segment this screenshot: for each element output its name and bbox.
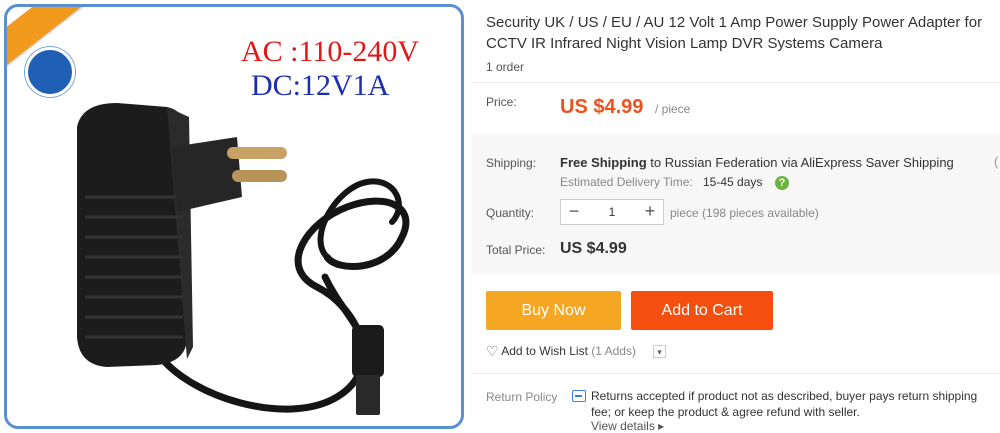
return-policy-label: Return Policy: [486, 390, 558, 404]
free-shipping-text: Free Shipping: [560, 155, 647, 170]
add-to-cart-button[interactable]: Add to Cart: [631, 291, 773, 330]
divider: [472, 82, 1000, 83]
return-policy-text: Returns accepted if product not as descr…: [591, 389, 978, 419]
price-label: Price:: [486, 95, 517, 109]
heart-icon: ♡: [486, 343, 499, 359]
wishlist-label: Add to Wish List: [501, 344, 588, 358]
product-title: Security UK / US / EU / AU 12 Volt 1 Amp…: [486, 14, 983, 52]
quantity-availability: piece (198 pieces available): [670, 206, 819, 220]
order-count: 1 order: [486, 60, 525, 74]
estimated-delivery-label: Estimated Delivery Time:: [560, 175, 693, 189]
product-image[interactable]: HSmart HD AC :110-240V DC:12V1A: [4, 4, 464, 429]
estimated-delivery-value: 15-45 days: [703, 175, 763, 189]
quantity-input[interactable]: [587, 200, 637, 224]
return-policy-icon: [572, 390, 586, 402]
total-price-value: US $4.99: [560, 240, 627, 257]
shipping-label: Shipping:: [486, 156, 537, 170]
help-icon[interactable]: ?: [775, 176, 789, 190]
power-adapter-illustration: [77, 103, 410, 415]
price-value: US $4.99: [560, 96, 644, 118]
chevron-down-icon[interactable]: ▾: [653, 345, 666, 358]
quantity-label: Quantity:: [486, 206, 535, 220]
price-unit: / piece: [655, 102, 691, 116]
brand-logo-icon: [25, 47, 75, 97]
add-to-wishlist-link[interactable]: ♡ Add to Wish List (1 Adds): [486, 343, 636, 360]
quantity-increase-button[interactable]: +: [637, 200, 663, 224]
buy-now-button[interactable]: Buy Now: [486, 291, 621, 330]
total-price-label: Total Price:: [486, 243, 546, 257]
shipping-bracket: (: [994, 154, 999, 169]
quantity-decrease-button[interactable]: −: [561, 200, 587, 224]
quantity-stepper: − +: [560, 199, 664, 225]
spec-dc-text: DC:12V1A: [251, 69, 390, 102]
shipping-method[interactable]: Free Shipping to Russian Federation via …: [560, 155, 954, 170]
shipping-destination: to Russian Federation via AliExpress Sav…: [646, 155, 954, 170]
divider: [472, 373, 1000, 374]
wishlist-count: (1 Adds): [591, 344, 636, 358]
view-details-link[interactable]: View details ▸: [591, 419, 664, 433]
spec-ac-text: AC :110-240V: [241, 35, 420, 68]
